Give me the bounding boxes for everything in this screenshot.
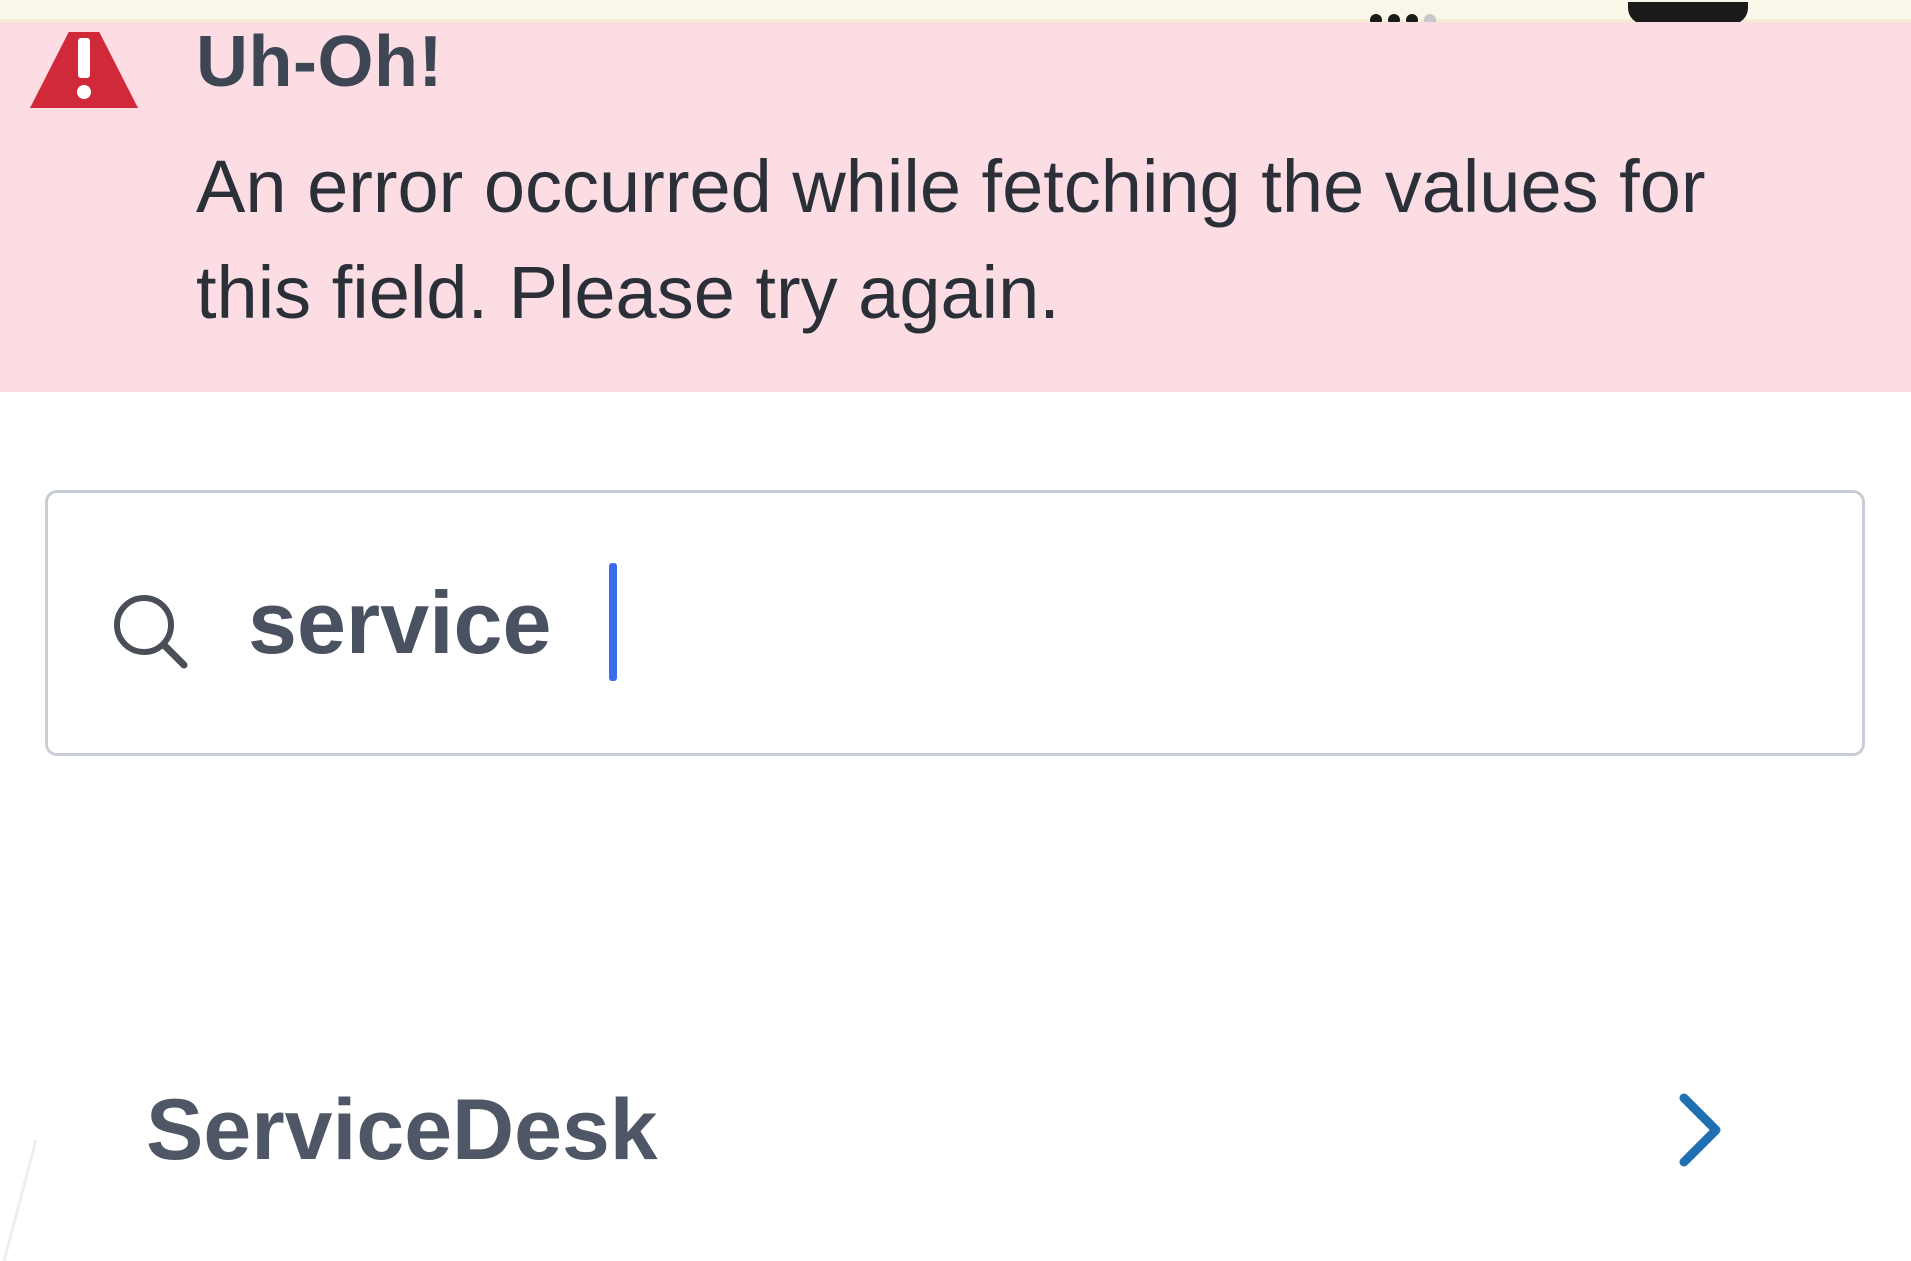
list-item-servicedesk[interactable]: ServiceDesk (0, 1040, 1911, 1220)
search-input[interactable] (248, 553, 1808, 693)
search-field[interactable] (45, 490, 1865, 756)
edge-decoration (2, 1140, 38, 1261)
list-item-label: ServiceDesk (146, 1082, 658, 1178)
top-strip (0, 0, 1911, 22)
chevron-right-icon (1679, 1093, 1721, 1167)
banner-message: An error occurred while fetching the val… (196, 145, 1706, 334)
screen: Uh-Oh! An error occurred while fetching … (0, 0, 1911, 1261)
battery-icon (1628, 2, 1748, 24)
error-banner: Uh-Oh! An error occurred while fetching … (0, 22, 1911, 392)
warning-icon (30, 32, 138, 108)
banner-title: Uh-Oh! (196, 22, 443, 102)
search-icon (114, 595, 188, 669)
text-caret (609, 563, 617, 681)
